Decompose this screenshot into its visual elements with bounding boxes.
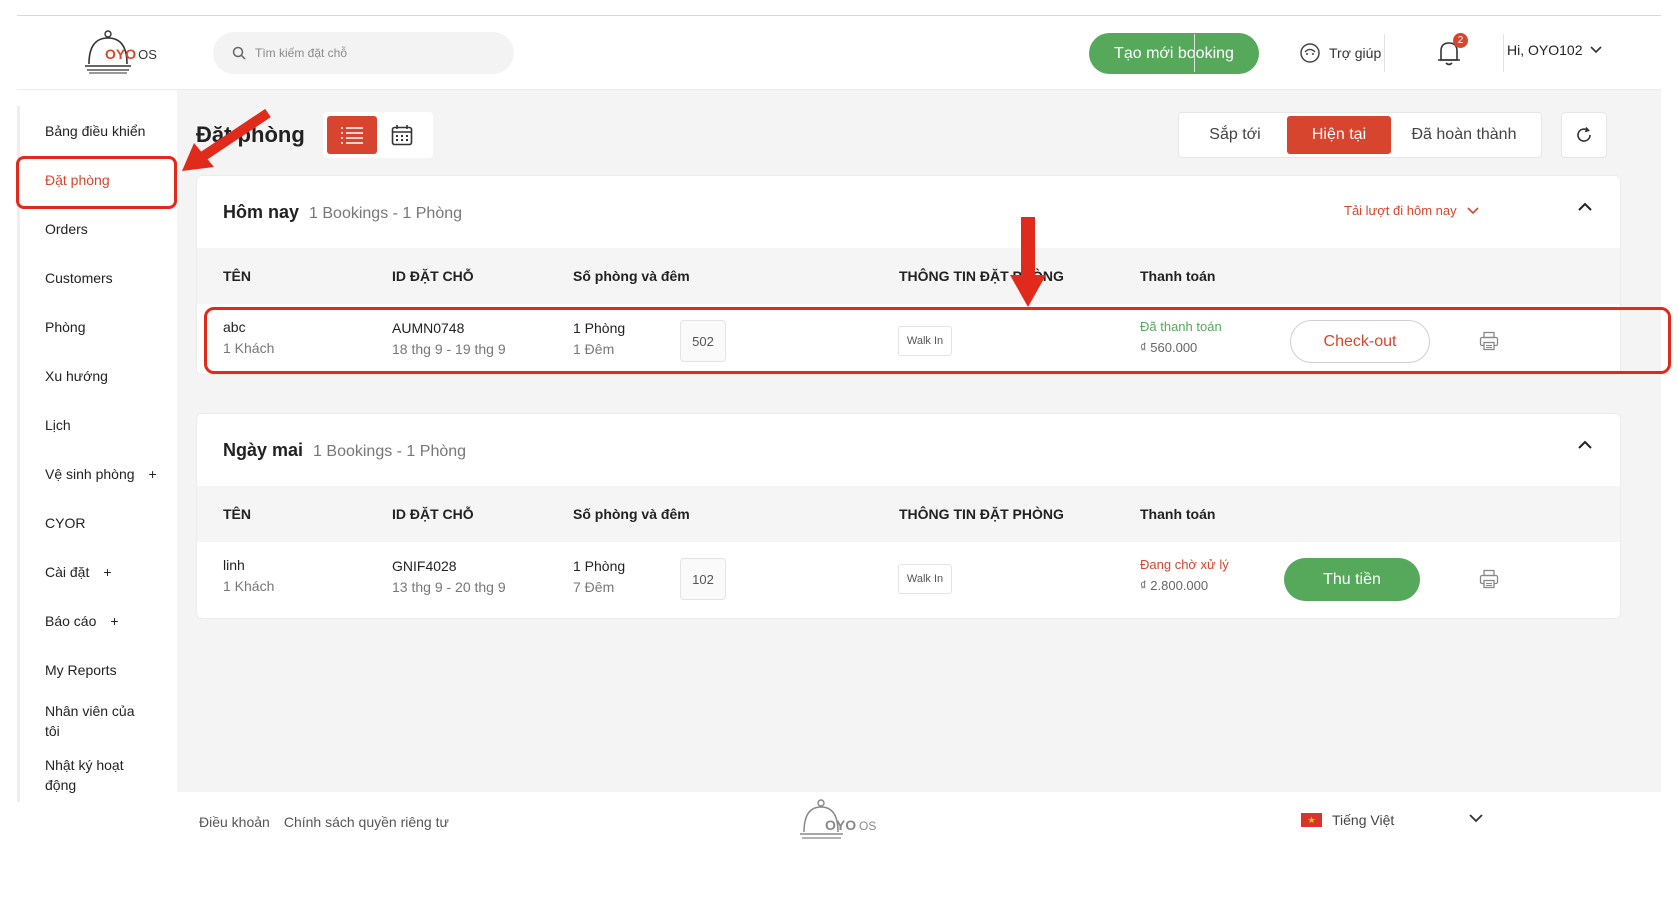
refresh-button[interactable] [1561, 112, 1607, 158]
user-label: Hi, OYO102 [1507, 42, 1583, 58]
sidebar-item-housekeeping[interactable]: Vệ sinh phòng + [17, 449, 177, 498]
sidebar-item-customers[interactable]: Customers [17, 253, 177, 302]
column-header: Thanh toán [1140, 506, 1216, 522]
help-icon [1300, 43, 1320, 63]
user-menu[interactable]: Hi, OYO102 [1507, 42, 1603, 58]
annotation-arrow [182, 108, 271, 171]
sidebar-item-activity-log[interactable]: Nhật ký hoạt động [17, 748, 177, 802]
notification-badge: 2 [1453, 33, 1468, 48]
section-header: Ngày mai 1 Bookings - 1 Phòng [223, 440, 466, 461]
expand-icon: + [148, 465, 157, 482]
booking-tabs: Sắp tới Hiện tại Đã hoàn thành [1178, 112, 1542, 158]
sidebar-item-my-staff[interactable]: Nhân viên của tôi [17, 694, 177, 748]
section-title: Hôm nay [223, 202, 300, 222]
refresh-icon [1577, 126, 1591, 142]
section-summary: 1 Bookings - 1 Phòng [313, 443, 467, 460]
footer: Điều khoản Chính sách quyền riêng tư OYO… [177, 792, 1661, 872]
sidebar-item-rooms[interactable]: Phòng [17, 302, 177, 351]
view-toggle [323, 112, 433, 158]
room-number-box[interactable]: 102 [680, 558, 726, 600]
svg-text:OYO: OYO [825, 817, 856, 833]
sidebar-item-trends[interactable]: Xu hướng [17, 351, 177, 400]
section-title: Ngày mai [223, 440, 304, 460]
payment-status: Đang chờ xử lý ₫ 2.800.000 [1140, 557, 1229, 593]
expand-icon: + [110, 612, 119, 629]
guest-name-cell: linh 1 Khách [223, 557, 275, 594]
privacy-link[interactable]: Chính sách quyền riêng tư [284, 814, 449, 830]
language-label: Tiếng Việt [1332, 812, 1395, 828]
highlight-box [204, 307, 1671, 374]
section-summary: 1 Bookings - 1 Phòng [309, 205, 463, 222]
divider [1194, 34, 1195, 72]
main-content: Đặt phòng Sắp tới Hiện tại Đã hoàn thành… [177, 90, 1661, 792]
terms-link[interactable]: Điều khoản [199, 814, 270, 830]
search-box[interactable] [213, 32, 514, 74]
rooms-nights-cell: 1 Phòng 7 Đêm [573, 558, 626, 595]
sidebar-item-orders[interactable]: Orders [17, 204, 177, 253]
highlight-box [16, 156, 177, 209]
language-selector[interactable]: ★ Tiếng Việt [1301, 812, 1394, 828]
section-header: Hôm nay 1 Bookings - 1 Phòng [223, 202, 462, 223]
calendar-icon [391, 125, 413, 146]
section-tomorrow: Ngày mai 1 Bookings - 1 Phòng TÊN ID ĐẶT… [196, 413, 1621, 619]
footer-links: Điều khoản Chính sách quyền riêng tư [199, 814, 449, 830]
tab-upcoming[interactable]: Sắp tới [1183, 116, 1287, 154]
column-header: TÊN [223, 268, 251, 284]
help-link[interactable]: Trợ giúp [1299, 42, 1381, 64]
column-header: ID ĐẶT CHỖ [392, 268, 474, 284]
search-input[interactable] [255, 46, 475, 60]
list-view-button[interactable] [327, 116, 377, 154]
oyo-logo-icon: OYO OS [800, 799, 876, 839]
tab-completed[interactable]: Đã hoàn thành [1391, 116, 1537, 154]
calendar-view-button[interactable] [377, 116, 427, 154]
booking-source-tag: Walk In [898, 564, 952, 594]
sidebar: Bảng điều khiển Đặt phòng Orders Custome… [17, 106, 177, 802]
logo-text: OYO OS [105, 46, 157, 62]
chevron-down-icon [1467, 206, 1479, 214]
chevron-down-icon[interactable] [1469, 814, 1483, 823]
list-icon [341, 127, 363, 144]
collect-payment-button[interactable]: Thu tiền [1284, 558, 1420, 601]
top-header: OYOOS Tạo mới booking Trợ giúp 2 Hi, OYO… [17, 16, 1661, 90]
sidebar-item-dashboard[interactable]: Bảng điều khiển [17, 106, 177, 155]
column-header: TÊN [223, 506, 251, 522]
expand-icon: + [103, 563, 112, 580]
table-header: TÊN ID ĐẶT CHỖ Số phòng và đêm THÔNG TIN… [197, 486, 1620, 542]
sidebar-item-calendar[interactable]: Lịch [17, 400, 177, 449]
table-row[interactable]: linh 1 Khách GNIF4028 13 thg 9 - 20 thg … [197, 542, 1620, 612]
chevron-up-icon[interactable] [1578, 202, 1592, 212]
chevron-down-icon [1590, 46, 1603, 54]
column-header: Số phòng và đêm [573, 268, 690, 284]
chevron-up-icon[interactable] [1578, 440, 1592, 450]
search-icon [232, 46, 246, 60]
sidebar-item-my-reports[interactable]: My Reports [17, 645, 177, 694]
table-header: TÊN ID ĐẶT CHỖ Số phòng và đêm THÔNG TIN… [197, 248, 1620, 304]
footer-logo: OYO OS [799, 798, 879, 849]
column-header: ID ĐẶT CHỖ [392, 506, 474, 522]
sidebar-item-reports[interactable]: Báo cáo + [17, 596, 177, 645]
download-departures-link[interactable]: Tải lượt đi hôm nay [1344, 203, 1479, 218]
divider [1384, 34, 1385, 72]
column-header: THÔNG TIN ĐẶT PHÒNG [899, 506, 1064, 522]
divider [1503, 34, 1504, 72]
tab-current[interactable]: Hiện tại [1287, 116, 1391, 154]
annotation-arrow [1010, 217, 1046, 307]
help-label: Trợ giúp [1329, 45, 1382, 61]
sidebar-item-settings[interactable]: Cài đặt + [17, 547, 177, 596]
sidebar-item-cyor[interactable]: CYOR [17, 498, 177, 547]
vietnam-flag-icon: ★ [1301, 813, 1322, 827]
booking-id-cell: GNIF4028 13 thg 9 - 20 thg 9 [392, 558, 506, 595]
new-booking-button[interactable]: Tạo mới booking [1089, 33, 1259, 74]
print-icon[interactable] [1479, 569, 1499, 589]
column-header: Thanh toán [1140, 268, 1216, 284]
column-header: Số phòng và đêm [573, 506, 690, 522]
svg-text:OS: OS [859, 819, 876, 833]
